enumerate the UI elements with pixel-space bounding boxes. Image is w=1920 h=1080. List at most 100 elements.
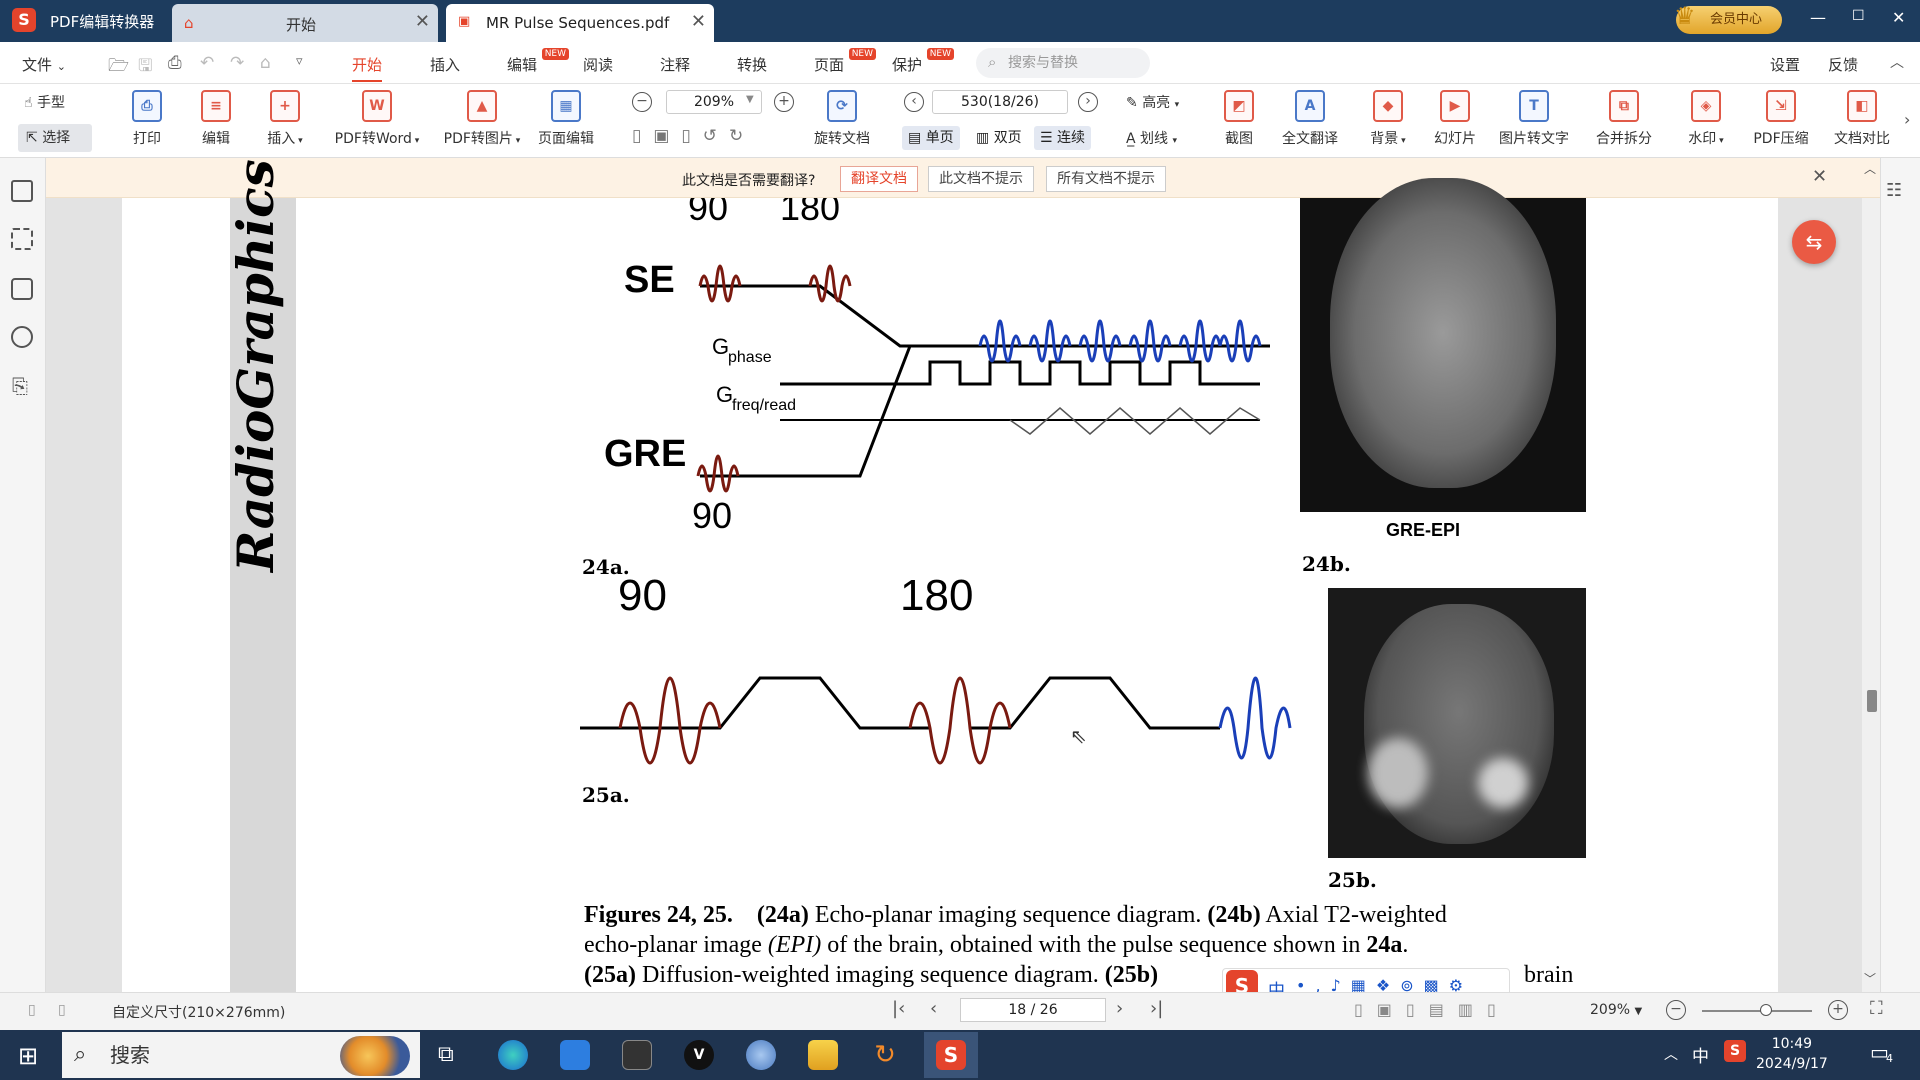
ribbon-scroll-right-icon[interactable]: ›: [1904, 110, 1910, 129]
menu-settings[interactable]: 设置: [1770, 54, 1800, 75]
first-page-icon[interactable]: |‹: [892, 998, 905, 1019]
compress-button[interactable]: ⇲ PDF压缩: [1750, 90, 1812, 148]
print-button[interactable]: ⎙ 打印: [126, 90, 168, 148]
menu-read[interactable]: 阅读: [583, 54, 613, 75]
menu-protect[interactable]: 保护 NEW: [892, 48, 955, 75]
rotate-doc-button[interactable]: ⟳ 旋转文档: [810, 90, 874, 148]
close-icon[interactable]: ✕: [415, 11, 430, 32]
pdf-to-image-button[interactable]: ▲ PDF转图片 ▾: [440, 90, 524, 148]
weather-widget-icon[interactable]: [340, 1036, 410, 1076]
maximize-icon[interactable]: ☐: [1852, 8, 1865, 24]
vertical-scrollbar[interactable]: [1862, 198, 1880, 992]
menu-feedback[interactable]: 反馈: [1828, 54, 1858, 75]
no-prompt-this-button[interactable]: 此文档不提示: [928, 166, 1034, 192]
tray-chevron-up-icon[interactable]: ︿: [1664, 1044, 1678, 1064]
last-page-icon[interactable]: ›|: [1150, 998, 1163, 1019]
strike-button[interactable]: A̲ 划线 ▾: [1126, 128, 1177, 148]
prev-page-icon[interactable]: ‹: [904, 92, 924, 112]
tray-sogou-icon[interactable]: S: [1724, 1040, 1746, 1062]
no-prompt-all-button[interactable]: 所有文档不提示: [1046, 166, 1166, 192]
next-page-icon[interactable]: ›: [1116, 998, 1123, 1019]
windows-start-icon[interactable]: ⊞: [18, 1042, 38, 1070]
page-nav-field[interactable]: 18 / 26: [960, 998, 1106, 1022]
slideshow-button[interactable]: ▶ 幻灯片: [1432, 90, 1478, 148]
attachment-icon[interactable]: ⎘: [12, 374, 28, 398]
image-to-text-button[interactable]: T 图片转文字: [1496, 90, 1572, 148]
customize-dropdown-icon[interactable]: ▿: [296, 54, 303, 69]
properties-icon[interactable]: ☷: [1886, 180, 1902, 201]
watermark-button[interactable]: ◈ 水印 ▾: [1684, 90, 1728, 148]
status-zoom[interactable]: 209% ▼: [1590, 1002, 1642, 1018]
double-page-button[interactable]: ▥ 双页: [970, 126, 1028, 150]
zoom-in-icon[interactable]: +: [1828, 1000, 1848, 1020]
print-icon[interactable]: ⎙: [168, 53, 182, 73]
highlight-button[interactable]: ✎ 高亮 ▾: [1126, 92, 1179, 112]
select-tool-button[interactable]: ⇱ 选择: [18, 124, 92, 152]
search-icon[interactable]: [11, 326, 33, 348]
view-mode-icons[interactable]: ▯▣▯▤▥▯: [1354, 1000, 1510, 1019]
save-icon[interactable]: 🖫: [138, 53, 152, 82]
zoom-slider[interactable]: [1702, 1010, 1812, 1012]
translate-doc-button[interactable]: 翻译文档: [840, 166, 918, 192]
store-icon[interactable]: [560, 1040, 590, 1070]
bookmark-icon[interactable]: [11, 180, 33, 202]
tray-lang[interactable]: 中: [1692, 1042, 1709, 1067]
scroll-up-icon[interactable]: ︿: [1864, 160, 1876, 177]
chevron-down-icon[interactable]: ▼: [746, 94, 754, 105]
menu-page[interactable]: 页面 NEW: [814, 48, 877, 75]
app-swirl-icon[interactable]: ↻: [870, 1040, 900, 1070]
zoom-slider-thumb[interactable]: [1760, 1004, 1772, 1016]
minimize-icon[interactable]: —: [1810, 8, 1826, 27]
zoom-out-icon[interactable]: −: [1666, 1000, 1686, 1020]
terminal-icon[interactable]: [622, 1040, 652, 1070]
continuous-button[interactable]: ☰ 连续: [1034, 126, 1092, 150]
translate-all-button[interactable]: A 全文翻译: [1278, 90, 1342, 148]
scroll-down-icon[interactable]: ﹀: [1864, 970, 1876, 987]
edge-browser-icon[interactable]: [498, 1040, 528, 1070]
file-explorer-icon[interactable]: [808, 1040, 838, 1070]
tab-home[interactable]: ⌂ 开始 ✕: [172, 4, 438, 42]
app-v-icon[interactable]: V: [684, 1040, 714, 1070]
pdf-to-word-button[interactable]: W PDF转Word ▾: [328, 90, 426, 148]
floating-convert-icon[interactable]: ⇆: [1792, 220, 1836, 264]
page-number-field[interactable]: 530(18/26): [932, 90, 1068, 114]
merge-split-button[interactable]: ⧉ 合并拆分: [1592, 90, 1656, 148]
home-icon[interactable]: ⌂: [260, 53, 271, 73]
insert-button[interactable]: + 插入 ▾: [262, 90, 308, 148]
single-page-button[interactable]: ▤ 单页: [902, 126, 960, 150]
fullscreen-icon[interactable]: ⛶: [1870, 998, 1883, 1019]
fit-page-icons[interactable]: ▯▣▯↺↻: [632, 126, 755, 146]
task-view-icon[interactable]: ⧉: [438, 1042, 454, 1067]
screenshot-button[interactable]: ◩ 截图: [1222, 90, 1256, 148]
background-button[interactable]: ◆ 背景 ▾: [1366, 90, 1410, 148]
next-page-icon[interactable]: ›: [1078, 92, 1098, 112]
clock[interactable]: 10:49 2024/9/17: [1756, 1034, 1828, 1074]
page-edit-button[interactable]: ▦ 页面编辑: [534, 90, 598, 148]
redo-icon[interactable]: ↷: [230, 53, 244, 73]
close-icon[interactable]: ✕: [691, 11, 706, 32]
window-close-icon[interactable]: ✕: [1892, 8, 1905, 27]
search-input[interactable]: 搜索与替换: [976, 48, 1150, 78]
menu-file[interactable]: 文件 ⌄: [22, 54, 66, 75]
close-icon[interactable]: ✕: [1812, 166, 1827, 187]
open-folder-icon[interactable]: 🗁: [108, 53, 129, 82]
zoom-out-icon[interactable]: −: [632, 92, 652, 112]
menu-start[interactable]: 开始: [352, 54, 383, 82]
page-thumb-icon[interactable]: ▯ ▯: [28, 1002, 66, 1018]
undo-icon[interactable]: ↶: [200, 53, 214, 73]
menu-annotate[interactable]: 注释: [660, 54, 690, 75]
collapse-ribbon-icon[interactable]: ︿: [1890, 52, 1904, 72]
compare-button[interactable]: ◧ 文档对比: [1830, 90, 1894, 148]
pdf-editor-taskbar-icon[interactable]: S: [936, 1040, 966, 1070]
menu-insert[interactable]: 插入: [430, 54, 460, 75]
tab-document[interactable]: ▣ MR Pulse Sequences.pdf ✕: [446, 4, 714, 42]
hand-tool-button[interactable]: ☝ 手型: [24, 92, 65, 112]
menu-convert[interactable]: 转换: [737, 54, 767, 75]
prev-page-icon[interactable]: ‹: [930, 998, 937, 1019]
globe-app-icon[interactable]: [746, 1040, 776, 1070]
edit-button[interactable]: ≡ 编辑: [196, 90, 236, 148]
scrollbar-thumb[interactable]: [1867, 690, 1877, 712]
thumbnails-icon[interactable]: [11, 228, 33, 250]
menu-edit[interactable]: 编辑 NEW: [507, 48, 570, 75]
zoom-in-icon[interactable]: +: [774, 92, 794, 112]
